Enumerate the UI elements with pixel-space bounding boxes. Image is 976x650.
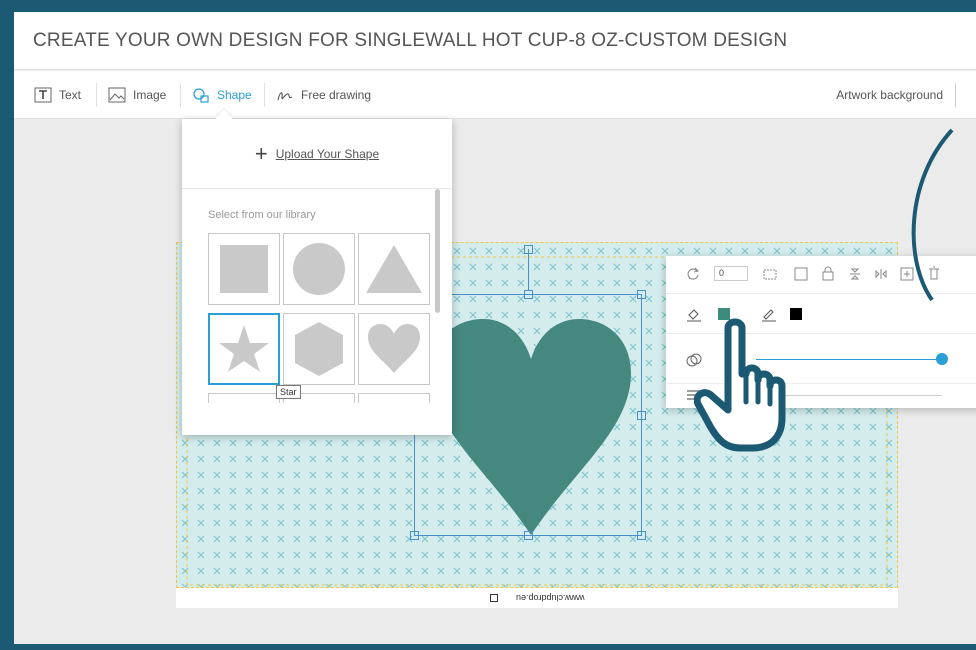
plus-icon: + (254, 140, 268, 166)
heart-icon (368, 324, 420, 373)
toolbar-divider (264, 83, 265, 107)
crop-icon[interactable] (763, 267, 777, 286)
decorative-arc (911, 128, 954, 302)
resize-handle[interactable] (524, 290, 533, 299)
pen-icon (276, 87, 294, 103)
flip-horizontal-icon[interactable] (874, 267, 888, 286)
resize-handle[interactable] (637, 290, 646, 299)
rotate-handle[interactable] (524, 245, 533, 254)
badge-icon (212, 397, 276, 403)
free-drawing-tool-label: Free drawing (301, 88, 372, 102)
toolbar-divider (96, 83, 97, 107)
text-tool-button[interactable]: Text (34, 71, 81, 119)
shape-grid (208, 233, 432, 403)
hexagon-icon (295, 322, 343, 376)
triangle-icon (366, 245, 422, 293)
artwork-background-label: Artwork background (836, 88, 943, 102)
square-icon (220, 245, 268, 293)
shape-option-heart[interactable] (358, 313, 430, 385)
shape-tooltip: Star (276, 385, 301, 399)
upload-shape-label: Upload Your Shape (275, 146, 380, 161)
rotate-line (528, 249, 529, 291)
shape-option-triangle[interactable] (358, 233, 430, 305)
resize-handle[interactable] (637, 411, 646, 420)
pointer-hand-icon (694, 318, 786, 452)
library-label: Select from our library (208, 209, 316, 221)
circle-icon (293, 243, 345, 295)
rotate-icon[interactable] (686, 267, 700, 286)
toolbar-divider (955, 83, 956, 107)
shape-library-panel: + Upload Your Shape Select from our libr… (182, 119, 452, 435)
shape-option-circle[interactable] (283, 233, 355, 305)
shape-option-star[interactable] (208, 313, 280, 385)
shape-list-scrollbar[interactable] (435, 189, 440, 313)
text-icon (34, 87, 52, 103)
bottom-url-text: www.clupdrop.eu (515, 593, 585, 603)
qr-icon (489, 594, 498, 602)
flip-vertical-icon[interactable] (848, 267, 862, 286)
lock-icon[interactable] (821, 266, 835, 286)
title-bar: CREATE YOUR OWN DESIGN FOR SINGLEWALL HO… (14, 12, 976, 70)
toolbar: Text Image Shape Free drawing Artwork ba… (14, 71, 976, 119)
badge-icon (362, 397, 426, 403)
shape-tool-label: Shape (217, 88, 252, 102)
text-tool-label: Text (59, 88, 82, 102)
resize-handle[interactable] (637, 531, 646, 540)
shape-option-badge[interactable] (358, 393, 430, 403)
image-tool-label: Image (133, 88, 167, 102)
image-tool-button[interactable]: Image (108, 71, 166, 119)
canvas-bottom-strip: www.clupdrop.eu (176, 588, 898, 608)
image-icon (108, 87, 126, 103)
rotation-input[interactable]: 0 (714, 266, 748, 281)
app-frame: CREATE YOUR OWN DESIGN FOR SINGLEWALL HO… (14, 12, 976, 644)
upload-shape-button[interactable]: + Upload Your Shape (182, 119, 452, 189)
shape-option-hexagon[interactable] (283, 313, 355, 385)
resize-handle[interactable] (410, 531, 419, 540)
free-drawing-tool-button[interactable]: Free drawing (276, 71, 371, 119)
resize-handle[interactable] (524, 531, 533, 540)
shape-icon (192, 87, 210, 103)
frame-icon[interactable] (794, 267, 808, 286)
page-title: CREATE YOUR OWN DESIGN FOR SINGLEWALL HO… (33, 30, 788, 51)
toolbar-divider (180, 83, 181, 107)
star-icon (219, 325, 269, 372)
shape-option-badge[interactable] (208, 393, 280, 403)
opacity-slider-knob[interactable] (936, 353, 948, 365)
shape-option-square[interactable] (208, 233, 280, 305)
